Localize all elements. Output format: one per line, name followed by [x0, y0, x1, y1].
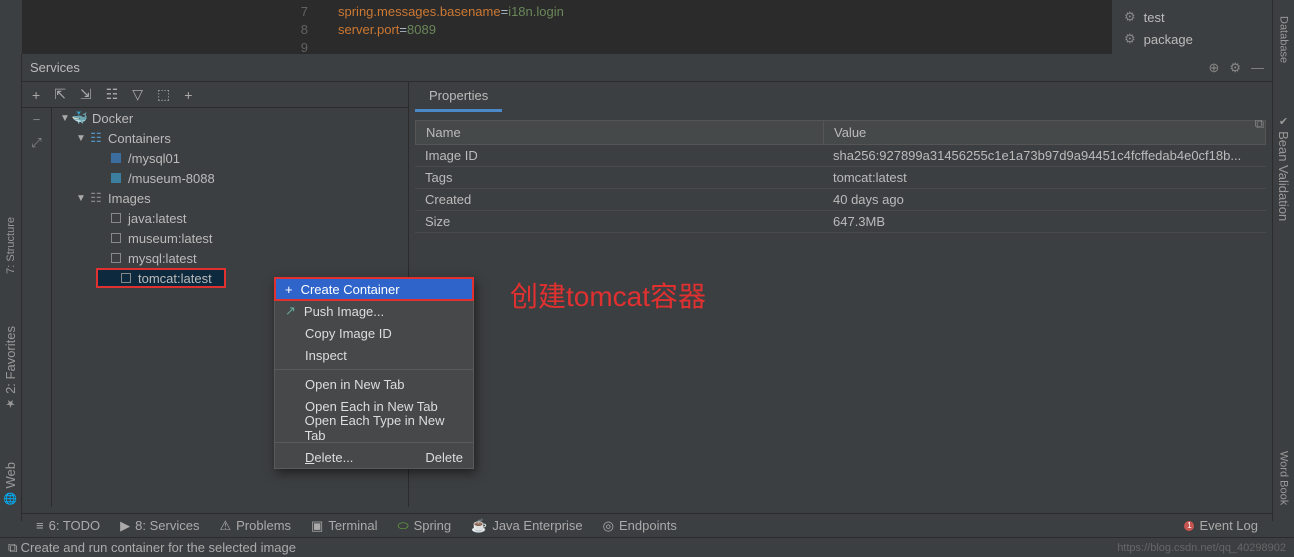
tree-node-containers[interactable]: ▼☷Containers [52, 128, 408, 148]
container-stopped-icon [108, 173, 124, 183]
add-icon[interactable]: + [32, 87, 40, 103]
menu-copy-image-id[interactable]: Copy Image ID [275, 322, 473, 344]
java-icon: ☕ [471, 518, 487, 534]
terminal-icon: ▣ [311, 518, 323, 534]
endpoints-icon: ◎ [603, 518, 614, 534]
right-tab-bean-validation[interactable]: ✔ Bean Validation [1274, 109, 1293, 227]
tab-terminal[interactable]: ▣Terminal [311, 518, 377, 534]
gear-icon: ⚙ [1124, 9, 1136, 25]
menu-open-each-type-tab[interactable]: Open Each Type in New Tab [275, 417, 473, 439]
expand-icon[interactable]: ⤢ [31, 135, 41, 151]
table-row: Tagstomcat:latest [415, 167, 1266, 189]
tab-spring[interactable]: ⬭Spring [397, 518, 451, 534]
properties-table: Name Value Image IDsha256:927899a3145625… [415, 120, 1266, 233]
view-icon[interactable]: ⬚ [157, 86, 170, 103]
play-icon: ▶ [120, 518, 130, 534]
menu-push-image[interactable]: ↗Push Image... [275, 300, 473, 322]
watermark: https://blog.csdn.net/qq_40298902 [1117, 542, 1286, 554]
image-icon [108, 253, 124, 263]
tab-todo[interactable]: ≡6: TODO [36, 518, 100, 533]
status-bar: ⧉ Create and run container for the selec… [0, 537, 1294, 557]
right-tool-rail: Database ✔ Bean Validation Word Book [1272, 0, 1294, 521]
left-tab-favorites[interactable]: ★ 2: Favorites [1, 320, 20, 416]
tree-container-museum[interactable]: /museum-8088 [52, 168, 408, 188]
image-icon [108, 233, 124, 243]
left-tool-rail: 7: Structure ★ 2: Favorites 🌐 Web [0, 54, 22, 521]
services-panel-header: Services ⊕ ⚙ — [22, 54, 1272, 82]
table-row: Size647.3MB [415, 211, 1266, 233]
settings-icon[interactable]: ⚙ [1229, 60, 1241, 76]
image-icon [118, 273, 134, 283]
column-name: Name [416, 121, 824, 144]
tree-node-images[interactable]: ▼☷Images [52, 188, 408, 208]
notification-dot-icon: 1 [1184, 521, 1194, 531]
services-side-toolbar: − ⤢ [22, 108, 52, 507]
run-config-test[interactable]: ⚙test [1112, 6, 1272, 28]
menu-delete[interactable]: Delete...Delete [275, 446, 473, 468]
tree-image-museum[interactable]: museum:latest [52, 228, 408, 248]
context-menu: +Create Container ↗Push Image... Copy Im… [274, 277, 474, 469]
minus-icon[interactable]: − [33, 112, 41, 127]
status-icon: ⧉ [8, 540, 17, 556]
table-row: Created40 days ago [415, 189, 1266, 211]
filter-icon[interactable]: ▽ [132, 86, 143, 103]
menu-separator [275, 369, 473, 370]
tree-image-java[interactable]: java:latest [52, 208, 408, 228]
docker-icon: 🐳 [72, 110, 88, 126]
gear-icon: ⚙ [1124, 31, 1136, 47]
tree-node-docker[interactable]: ▼🐳Docker [52, 108, 408, 128]
column-value: Value [824, 121, 1265, 144]
tree-container-mysql01[interactable]: /mysql01 [52, 148, 408, 168]
copy-icon[interactable]: ⧉ [1255, 116, 1264, 132]
properties-tab[interactable]: Properties [415, 82, 502, 112]
left-tab-structure[interactable]: 7: Structure [3, 211, 19, 280]
right-tab-database[interactable]: Database [1276, 10, 1292, 69]
expand-icon[interactable]: ⇱ [54, 86, 66, 103]
plus2-icon[interactable]: + [184, 87, 192, 103]
tab-event-log[interactable]: 1Event Log [1184, 518, 1258, 533]
tab-java-ee[interactable]: ☕Java Enterprise [471, 518, 583, 534]
warning-icon: ⚠ [219, 518, 231, 534]
bottom-tool-tabs: ≡6: TODO ▶8: Services ⚠Problems ▣Termina… [22, 513, 1272, 537]
images-icon: ☷ [88, 190, 104, 206]
tab-problems[interactable]: ⚠Problems [219, 518, 291, 534]
annotation-text: 创建tomcat容器 [510, 275, 706, 315]
list-icon: ≡ [36, 518, 44, 533]
menu-inspect[interactable]: Inspect [275, 344, 473, 366]
plus-icon: + [285, 282, 293, 297]
minimize-icon[interactable]: — [1251, 60, 1264, 75]
collapse-icon[interactable]: ⇲ [80, 86, 92, 103]
tab-services[interactable]: ▶8: Services [120, 518, 199, 534]
run-config-list: ⚙test ⚙package [1112, 0, 1272, 56]
container-running-icon [108, 153, 124, 163]
menu-open-new-tab[interactable]: Open in New Tab [275, 373, 473, 395]
tree-image-mysql[interactable]: mysql:latest [52, 248, 408, 268]
containers-icon: ☷ [88, 130, 104, 146]
target-icon[interactable]: ⊕ [1208, 60, 1219, 76]
tab-endpoints[interactable]: ◎Endpoints [603, 518, 677, 534]
left-tab-web[interactable]: 🌐 Web [1, 456, 20, 511]
image-icon [108, 213, 124, 223]
group-icon[interactable]: ☷ [106, 86, 119, 103]
right-tab-word-book[interactable]: Word Book [1276, 445, 1292, 511]
status-hint: Create and run container for the selecte… [21, 540, 296, 555]
editor-preview: 7spring.messages.basename=i18n.login 8se… [22, 0, 1272, 54]
upload-icon: ↗ [285, 303, 296, 319]
menu-create-container[interactable]: +Create Container [275, 278, 473, 300]
tree-image-tomcat[interactable]: tomcat:latest [96, 268, 226, 288]
spring-icon: ⬭ [397, 518, 408, 534]
table-row: Image IDsha256:927899a31456255c1e1a73b97… [415, 145, 1266, 167]
services-title: Services [30, 60, 1198, 75]
run-config-package[interactable]: ⚙package [1112, 28, 1272, 50]
